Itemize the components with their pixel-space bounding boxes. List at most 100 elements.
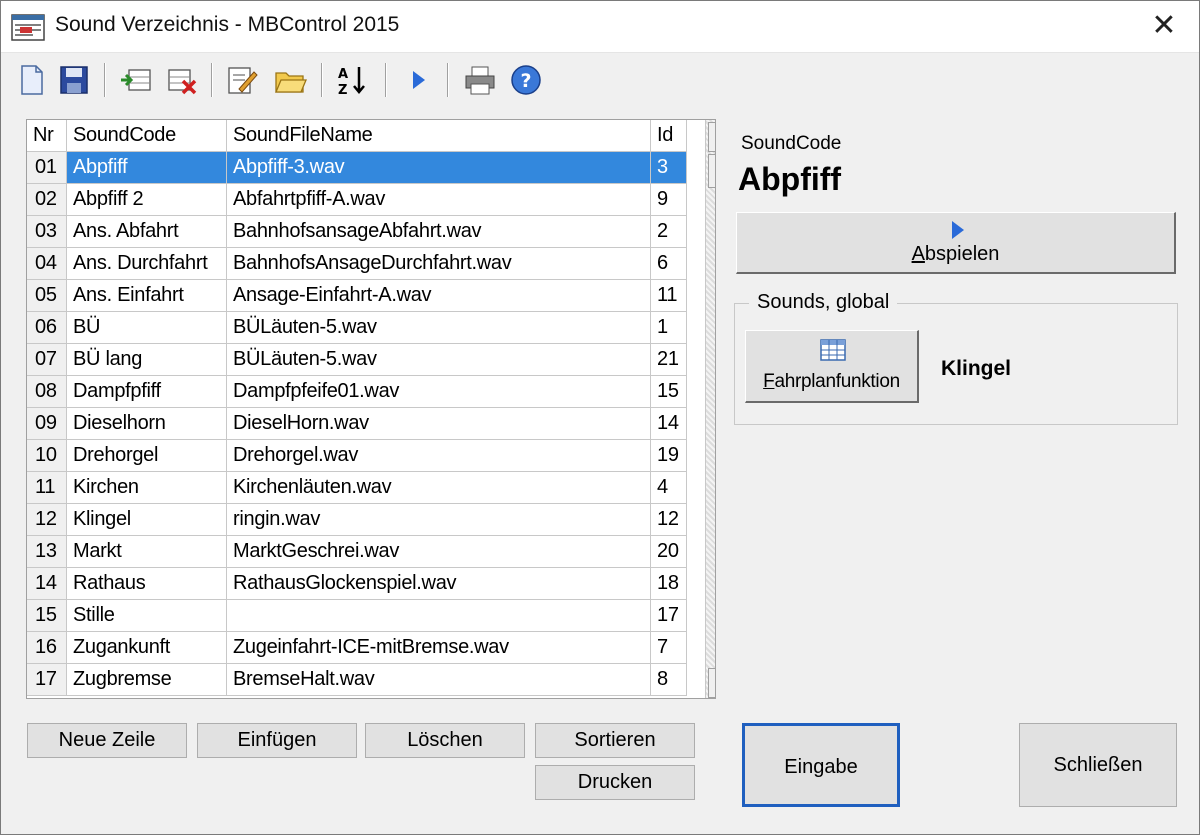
print-icon[interactable]: [463, 63, 497, 97]
cell-code[interactable]: Dampfpfiff: [67, 376, 227, 408]
table-row[interactable]: 15 Stille 17: [27, 600, 687, 632]
timetable-function-button[interactable]: Fahrplanfunktion: [745, 330, 919, 403]
vertical-scrollbar[interactable]: ▲ ▼: [705, 120, 715, 698]
scroll-down-button[interactable]: ▼: [708, 668, 715, 698]
cell-id[interactable]: 20: [651, 536, 687, 568]
insert-row-icon[interactable]: [119, 63, 153, 97]
scroll-thumb[interactable]: [708, 154, 715, 188]
new-row-button[interactable]: Neue Zeile: [27, 723, 187, 758]
cell-id[interactable]: 14: [651, 408, 687, 440]
cell-file[interactable]: RathausGlockenspiel.wav: [227, 568, 651, 600]
cell-code[interactable]: Zugankunft: [67, 632, 227, 664]
cell-nr[interactable]: 11: [27, 472, 67, 504]
cell-code[interactable]: Ans. Durchfahrt: [67, 248, 227, 280]
cell-code[interactable]: Stille: [67, 600, 227, 632]
cell-file[interactable]: Drehorgel.wav: [227, 440, 651, 472]
cell-code[interactable]: Rathaus: [67, 568, 227, 600]
table-row[interactable]: 16 Zugankunft Zugeinfahrt-ICE-mitBremse.wa…: [27, 632, 687, 664]
cell-file[interactable]: DieselHorn.wav: [227, 408, 651, 440]
cell-id[interactable]: 2: [651, 216, 687, 248]
cell-code[interactable]: Abpfiff: [67, 152, 227, 184]
table-row[interactable]: 12 Klingel ringin.wav 12: [27, 504, 687, 536]
cell-id[interactable]: 15: [651, 376, 687, 408]
table-row[interactable]: 10 Drehorgel Drehorgel.wav 19: [27, 440, 687, 472]
table-row[interactable]: 06 BÜ BÜLäuten-5.wav 1: [27, 312, 687, 344]
cell-nr[interactable]: 08: [27, 376, 67, 408]
cell-file[interactable]: BÜLäuten-5.wav: [227, 312, 651, 344]
cell-nr[interactable]: 14: [27, 568, 67, 600]
cell-id[interactable]: 19: [651, 440, 687, 472]
cell-id[interactable]: 18: [651, 568, 687, 600]
cell-id[interactable]: 1: [651, 312, 687, 344]
sound-grid[interactable]: Nr SoundCode SoundFileName Id 01 Abpfiff Abpfi…: [26, 119, 716, 699]
play-sound-button[interactable]: Abspielen: [736, 212, 1176, 274]
column-header[interactable]: SoundCode: [67, 120, 227, 152]
cell-file[interactable]: MarktGeschrei.wav: [227, 536, 651, 568]
table-row[interactable]: 11 Kirchen Kirchenläuten.wav 4: [27, 472, 687, 504]
cell-file[interactable]: [227, 600, 651, 632]
cell-id[interactable]: 4: [651, 472, 687, 504]
cell-id[interactable]: 8: [651, 664, 687, 696]
close-button[interactable]: Schließen: [1019, 723, 1177, 807]
cell-code[interactable]: Klingel: [67, 504, 227, 536]
cell-file[interactable]: Abfahrtpfiff-A.wav: [227, 184, 651, 216]
delete-button[interactable]: Löschen: [365, 723, 525, 758]
play-icon[interactable]: [401, 63, 435, 97]
cell-id[interactable]: 21: [651, 344, 687, 376]
cell-code[interactable]: Zugbremse: [67, 664, 227, 696]
column-header[interactable]: Id: [651, 120, 687, 152]
open-folder-icon[interactable]: [273, 63, 307, 97]
table-row[interactable]: 09 Dieselhorn DieselHorn.wav 14: [27, 408, 687, 440]
cell-nr[interactable]: 06: [27, 312, 67, 344]
delete-row-icon[interactable]: [165, 63, 199, 97]
cell-id[interactable]: 9: [651, 184, 687, 216]
insert-button[interactable]: Einfügen: [197, 723, 357, 758]
table-row[interactable]: 05 Ans. Einfahrt Ansage-Einfahrt-A.wav 11: [27, 280, 687, 312]
cell-id[interactable]: 3: [651, 152, 687, 184]
print-button[interactable]: Drucken: [535, 765, 695, 800]
cell-code[interactable]: Ans. Einfahrt: [67, 280, 227, 312]
enter-button[interactable]: Eingabe: [742, 723, 900, 807]
cell-file[interactable]: BremseHalt.wav: [227, 664, 651, 696]
sort-button[interactable]: Sortieren: [535, 723, 695, 758]
table-row[interactable]: 02 Abpfiff 2 Abfahrtpfiff-A.wav 9: [27, 184, 687, 216]
help-icon[interactable]: ?: [509, 63, 543, 97]
column-header[interactable]: SoundFileName: [227, 120, 651, 152]
table-row[interactable]: 03 Ans. Abfahrt BahnhofsansageAbfahrt.wav 2: [27, 216, 687, 248]
cell-file[interactable]: Kirchenläuten.wav: [227, 472, 651, 504]
column-header[interactable]: Nr: [27, 120, 67, 152]
cell-file[interactable]: BahnhofsansageAbfahrt.wav: [227, 216, 651, 248]
cell-file[interactable]: Dampfpfeife01.wav: [227, 376, 651, 408]
table-row[interactable]: 13 Markt MarktGeschrei.wav 20: [27, 536, 687, 568]
cell-nr[interactable]: 09: [27, 408, 67, 440]
table-row[interactable]: 01 Abpfiff Abpfiff-3.wav 3: [27, 152, 687, 184]
cell-id[interactable]: 17: [651, 600, 687, 632]
cell-nr[interactable]: 07: [27, 344, 67, 376]
cell-nr[interactable]: 13: [27, 536, 67, 568]
cell-file[interactable]: Abpfiff-3.wav: [227, 152, 651, 184]
cell-file[interactable]: BÜLäuten-5.wav: [227, 344, 651, 376]
new-document-icon[interactable]: [15, 63, 49, 97]
table-row[interactable]: 14 Rathaus RathausGlockenspiel.wav 18: [27, 568, 687, 600]
cell-code[interactable]: Kirchen: [67, 472, 227, 504]
cell-code[interactable]: Dieselhorn: [67, 408, 227, 440]
cell-file[interactable]: Zugeinfahrt-ICE-mitBremse.wav: [227, 632, 651, 664]
cell-nr[interactable]: 15: [27, 600, 67, 632]
save-icon[interactable]: [57, 63, 91, 97]
cell-nr[interactable]: 02: [27, 184, 67, 216]
cell-code[interactable]: Abpfiff 2: [67, 184, 227, 216]
cell-nr[interactable]: 10: [27, 440, 67, 472]
table-row[interactable]: 17 Zugbremse BremseHalt.wav 8: [27, 664, 687, 696]
cell-id[interactable]: 7: [651, 632, 687, 664]
table-row[interactable]: 04 Ans. Durchfahrt BahnhofsAnsageDurchfahr…: [27, 248, 687, 280]
cell-nr[interactable]: 05: [27, 280, 67, 312]
cell-nr[interactable]: 03: [27, 216, 67, 248]
table-row[interactable]: 08 Dampfpfiff Dampfpfeife01.wav 15: [27, 376, 687, 408]
table-row[interactable]: 07 BÜ lang BÜLäuten-5.wav 21: [27, 344, 687, 376]
cell-nr[interactable]: 16: [27, 632, 67, 664]
cell-nr[interactable]: 01: [27, 152, 67, 184]
cell-file[interactable]: BahnhofsAnsageDurchfahrt.wav: [227, 248, 651, 280]
cell-id[interactable]: 6: [651, 248, 687, 280]
cell-code[interactable]: Drehorgel: [67, 440, 227, 472]
scroll-up-button[interactable]: ▲: [708, 122, 715, 152]
